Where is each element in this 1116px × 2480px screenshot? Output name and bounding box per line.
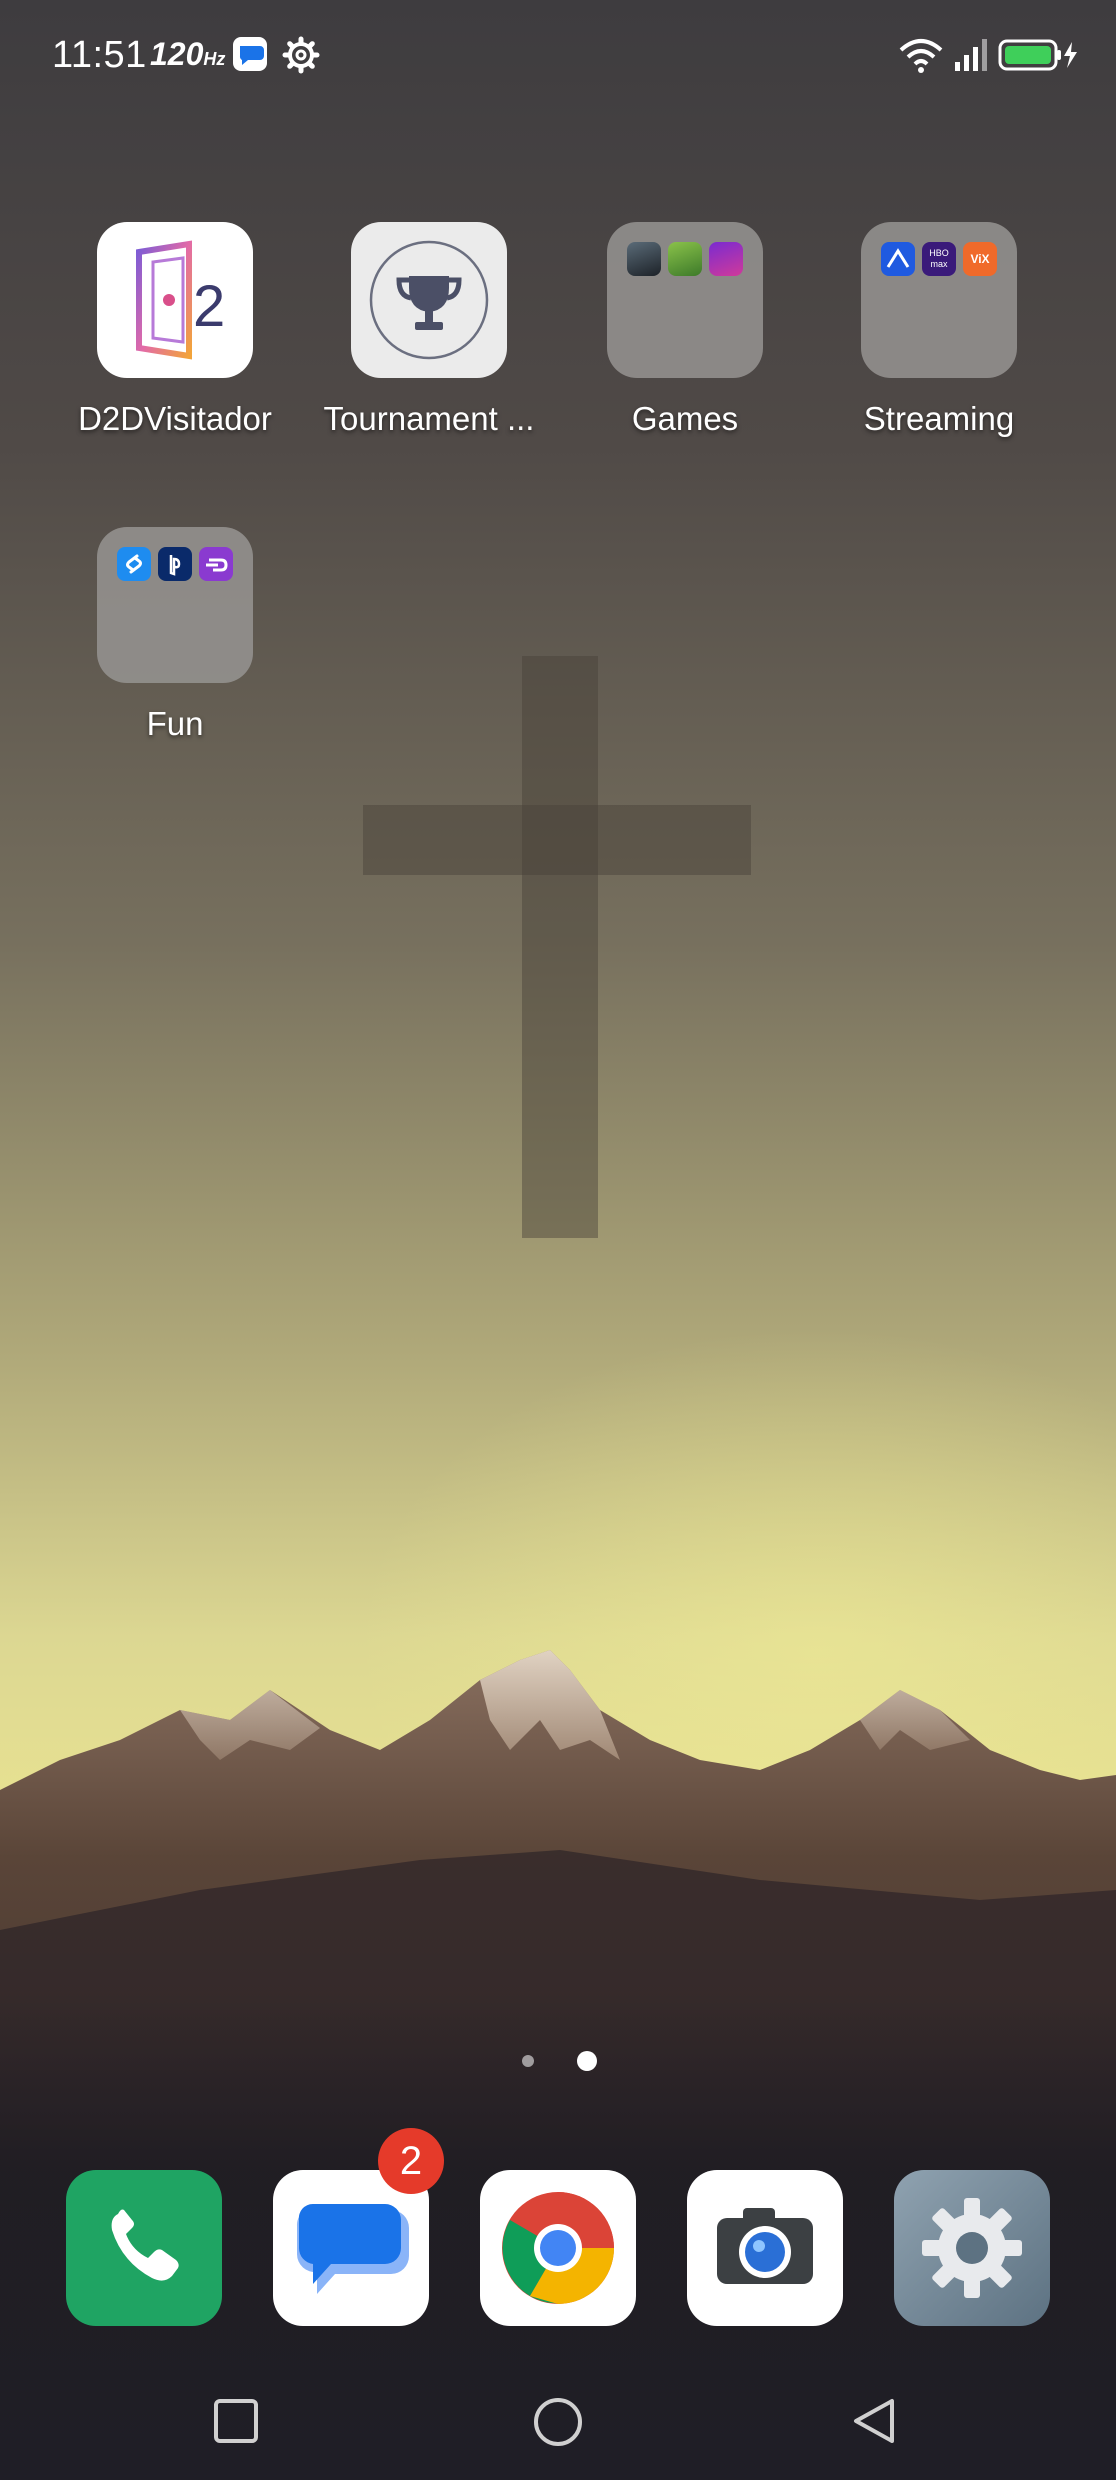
folder-label: Games xyxy=(631,400,739,437)
purple-game-icon xyxy=(709,242,743,276)
hbo-max-icon: HBO max xyxy=(922,242,956,276)
folder-streaming[interactable]: HBO max ViX Streaming xyxy=(824,222,1054,438)
vix-icon: ViX xyxy=(963,242,997,276)
settings-icon[interactable] xyxy=(894,2170,1050,2326)
wifi-icon xyxy=(898,36,944,79)
signal-icon xyxy=(954,38,988,77)
status-bar: 11:51 120Hz xyxy=(0,0,1116,110)
folder-icon xyxy=(607,222,763,378)
camera-icon[interactable] xyxy=(687,2170,843,2326)
page-indicator xyxy=(0,2048,1116,2072)
phone-icon[interactable] xyxy=(66,2170,222,2326)
folder-label: Fun xyxy=(146,705,204,742)
clock: 11:51 xyxy=(52,34,147,76)
paramount-icon xyxy=(881,242,915,276)
navigation-bar xyxy=(0,2380,1116,2480)
refresh-rate: 120Hz xyxy=(150,36,226,72)
cross-shape xyxy=(522,656,598,1238)
svg-text:2: 2 xyxy=(193,274,225,339)
chrome-icon[interactable] xyxy=(480,2170,636,2326)
app-d2dvisitador[interactable]: 2 D2DVisitador xyxy=(60,222,290,438)
game-character-icon xyxy=(668,242,702,276)
page-dot[interactable] xyxy=(522,2055,534,2067)
folder-icon xyxy=(97,527,253,683)
d2d-visitador-icon: 2 xyxy=(97,222,253,378)
playstation-icon xyxy=(158,547,192,581)
messages-icon xyxy=(232,36,268,77)
gear-icon xyxy=(282,36,320,79)
battery-charging-icon xyxy=(998,38,1080,77)
folder-icon: HBO max ViX xyxy=(861,222,1017,378)
app-tournament[interactable]: Tournament ... xyxy=(314,222,544,438)
back-button[interactable] xyxy=(850,2396,900,2451)
folder-label: Streaming xyxy=(863,400,1015,437)
notification-badge: 2 xyxy=(378,2128,444,2194)
app-label: D2DVisitador xyxy=(78,400,272,437)
app-label: Tournament ... xyxy=(323,400,535,437)
purple-app-icon xyxy=(199,547,233,581)
folder-fun[interactable]: Fun xyxy=(60,527,290,743)
call-of-duty-icon xyxy=(627,242,661,276)
folder-games[interactable]: Games xyxy=(570,222,800,438)
page-dot-active[interactable] xyxy=(577,2051,597,2071)
recents-button[interactable] xyxy=(213,2398,259,2449)
trophy-icon xyxy=(351,222,507,378)
shazam-icon xyxy=(117,547,151,581)
home-button[interactable] xyxy=(532,2396,584,2453)
